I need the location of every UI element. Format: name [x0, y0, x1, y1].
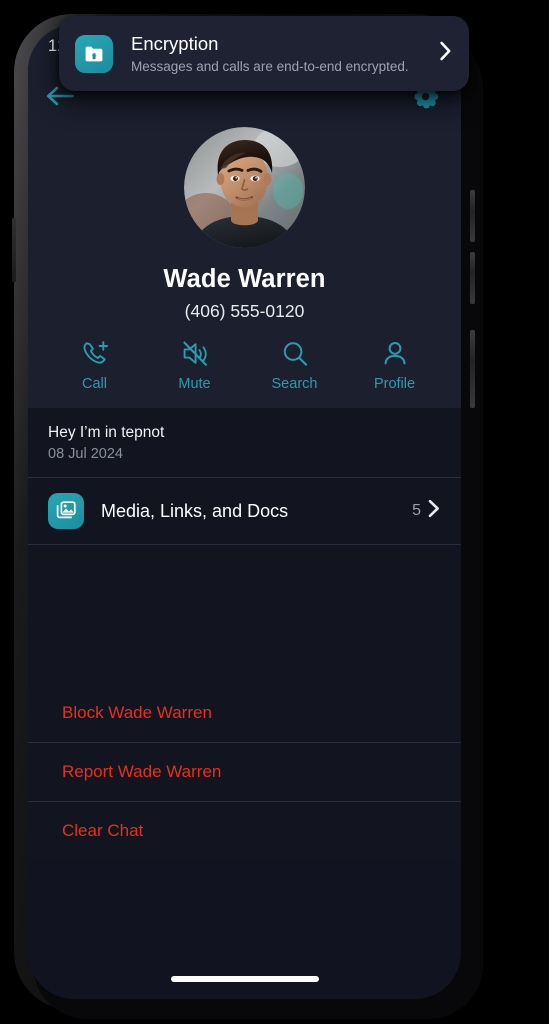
home-indicator[interactable]: [170, 976, 319, 982]
encryption-title: Encryption: [131, 33, 219, 54]
search-action-button[interactable]: Search: [259, 339, 331, 392]
phone-left-side-button[interactable]: [12, 218, 16, 282]
encryption-texts: Encryption Messages and calls are end-to…: [131, 33, 438, 74]
profile-header: Wade Warren (406) 555-0120 Call Mute Sea…: [28, 67, 461, 408]
folder-lock-icon: [75, 34, 113, 73]
clear-chat-label: Clear Chat: [62, 821, 144, 840]
clear-chat-button[interactable]: Clear Chat: [28, 802, 461, 860]
profile-action-label: Profile: [373, 376, 416, 392]
encryption-subtitle: Messages and calls are end-to-end encryp…: [131, 59, 409, 74]
phone-volume-up-button[interactable]: [470, 190, 475, 242]
status-text: Hey I’m in tepnot: [48, 424, 165, 441]
chevron-right-icon: [438, 40, 453, 67]
block-contact-label: Block Wade Warren: [62, 703, 212, 722]
call-action-label: Call: [82, 376, 107, 392]
mute-action-button[interactable]: Mute: [159, 339, 231, 392]
mute-action-label: Mute: [178, 376, 211, 392]
phone-power-button[interactable]: [470, 330, 475, 408]
about-section: Hey I’m in tepnot 08 Jul 2024: [28, 408, 461, 477]
avatar-container: [28, 127, 461, 248]
avatar[interactable]: [184, 127, 305, 248]
call-add-icon: [80, 339, 110, 369]
search-icon: [280, 339, 310, 369]
phone-screen: 12:30: [28, 25, 461, 999]
profile-action-button[interactable]: Profile: [359, 339, 431, 392]
page-title: Wade Warren: [163, 265, 326, 293]
media-links-docs-row[interactable]: Media, Links, and Docs 5: [28, 478, 461, 544]
report-contact-label: Report Wade Warren: [62, 762, 222, 781]
profile-phone-number: (406) 555-0120: [184, 301, 305, 321]
chevron-right-icon: [427, 499, 441, 523]
speaker-mute-icon: [180, 339, 210, 369]
phone-volume-down-button[interactable]: [470, 252, 475, 304]
profile-body: Hey I’m in tepnot 08 Jul 2024 Media, Lin…: [28, 408, 461, 860]
encryption-section: [28, 545, 461, 684]
call-action-button[interactable]: Call: [59, 339, 131, 392]
block-contact-button[interactable]: Block Wade Warren: [28, 684, 461, 742]
photo-stack-icon: [48, 493, 84, 529]
media-links-docs-label: Media, Links, and Docs: [101, 500, 289, 521]
media-count: 5: [412, 502, 421, 519]
search-action-label: Search: [271, 376, 318, 392]
status-date: 08 Jul 2024: [48, 446, 123, 462]
person-icon: [380, 339, 410, 369]
encryption-card[interactable]: Encryption Messages and calls are end-to…: [59, 16, 469, 91]
screenshot-stage: 12:30: [0, 0, 549, 1024]
report-contact-button[interactable]: Report Wade Warren: [28, 743, 461, 801]
quick-action-row: Call Mute Search Profile: [28, 339, 461, 392]
